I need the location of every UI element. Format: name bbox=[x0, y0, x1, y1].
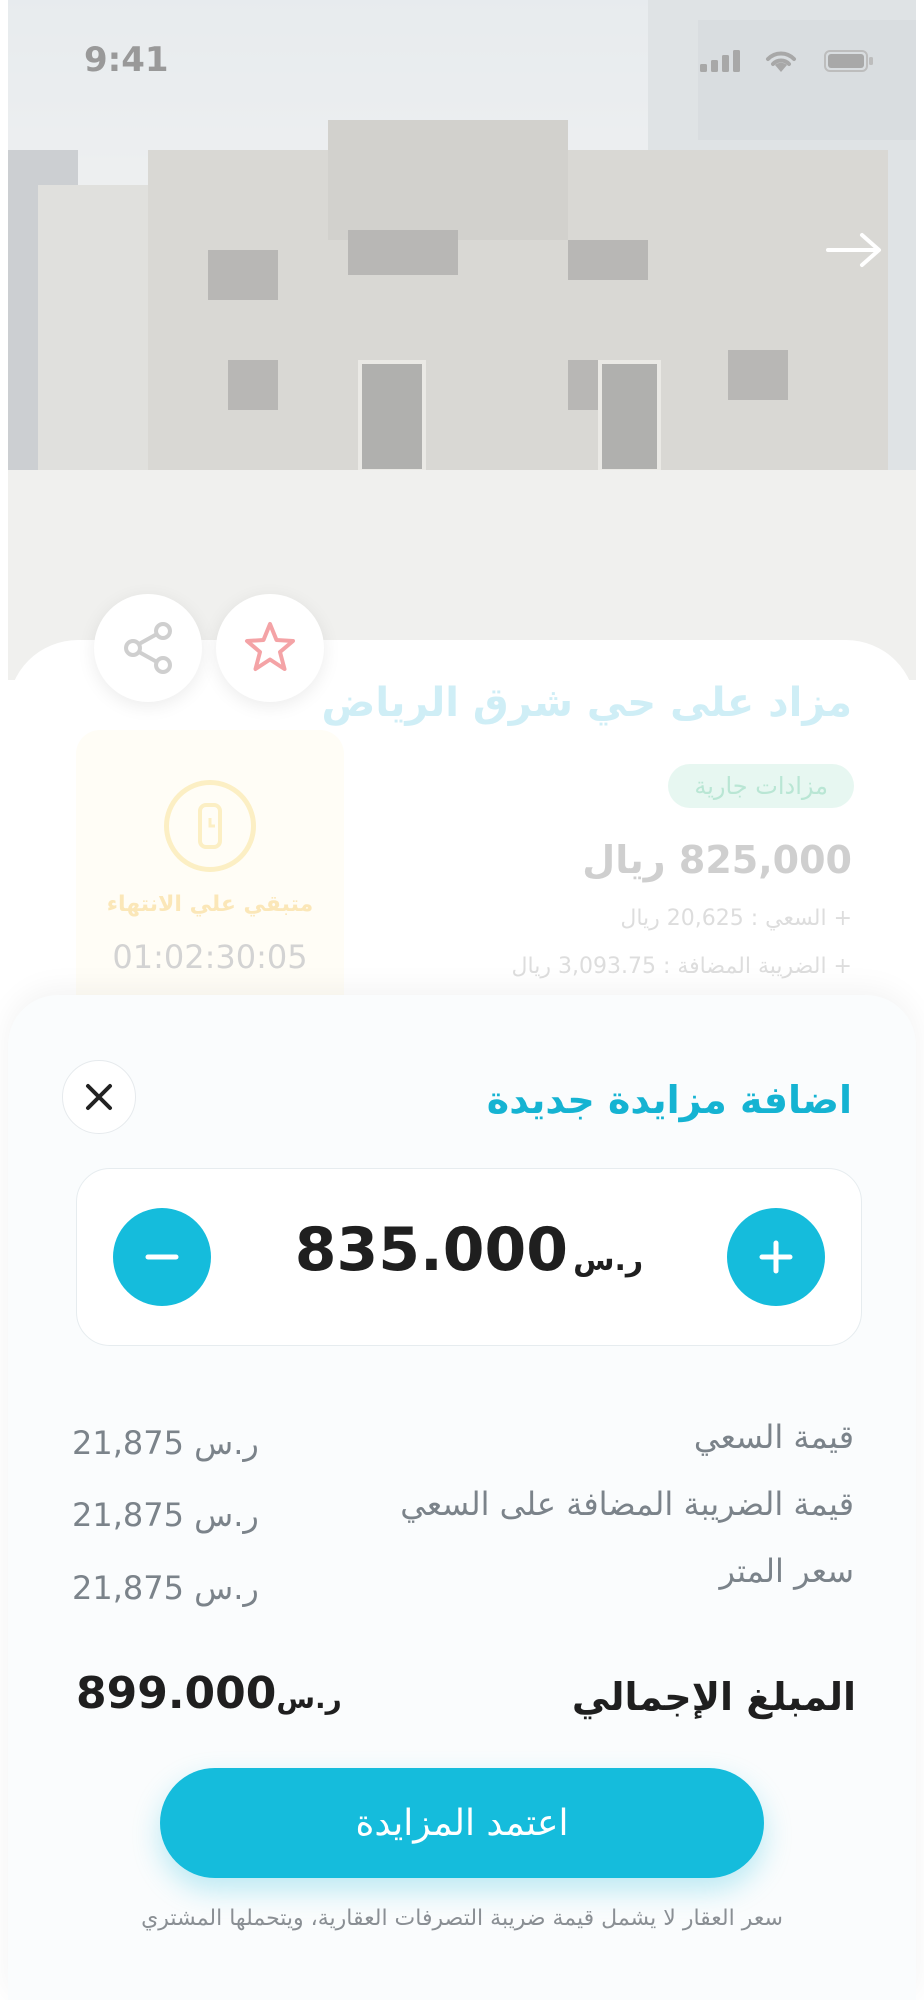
increase-button[interactable] bbox=[727, 1208, 825, 1306]
wifi-icon bbox=[766, 51, 796, 72]
arrow-right-icon[interactable] bbox=[824, 230, 884, 270]
vat-fee-value: 21,875 ر.س bbox=[72, 1496, 259, 1534]
property-photo bbox=[8, 0, 916, 680]
total-amount: 899.000ر.س bbox=[76, 1668, 342, 1719]
commission-fee-value: 21,875 ر.س bbox=[72, 1424, 259, 1462]
listing-title: مزاد على حي شرق الرياض bbox=[321, 680, 852, 726]
cellular-signal-icon bbox=[700, 50, 740, 72]
star-icon bbox=[245, 622, 295, 671]
close-icon bbox=[86, 1084, 112, 1110]
vat-fee-label: قيمة الضريبة المضافة على السعي bbox=[400, 1485, 854, 1523]
battery-icon bbox=[824, 50, 873, 72]
share-icon bbox=[124, 622, 172, 674]
bid-amount-stepper: ر.س 835.000 bbox=[76, 1168, 862, 1346]
close-button[interactable] bbox=[62, 1060, 136, 1134]
sheet-title: اضافة مزايدة جديدة bbox=[486, 1078, 852, 1122]
status-badge: مزادات جارية bbox=[668, 764, 854, 808]
vat-line: + الضريبة المضافة : 3,093.75 ريال bbox=[511, 954, 852, 979]
screen: 9:41 مزاد على حي شرق الرياض مزادات جارية… bbox=[0, 0, 924, 2000]
confirm-bid-button[interactable]: اعتمد المزايدة bbox=[160, 1768, 764, 1878]
countdown-box: متبقي علي الانتهاء 01:02:30:05 bbox=[76, 730, 344, 1030]
commission-line: + السعي : 20,625 ريال bbox=[620, 906, 852, 931]
status-bar: 9:41 bbox=[84, 40, 874, 80]
favorite-button[interactable] bbox=[216, 594, 324, 702]
watch-icon bbox=[164, 780, 256, 872]
share-button[interactable] bbox=[94, 594, 202, 702]
tax-disclaimer: سعر العقار لا يشمل قيمة ضريبة التصرفات ا… bbox=[141, 1906, 783, 1931]
meter-price-value: 21,875 ر.س bbox=[72, 1569, 259, 1607]
countdown-label: متبقي علي الانتهاء bbox=[106, 892, 314, 917]
total-value: 899.000 bbox=[76, 1668, 277, 1719]
bid-currency: ر.س bbox=[573, 1243, 644, 1278]
total-currency: ر.س bbox=[276, 1682, 342, 1715]
total-label: المبلغ الإجمالي bbox=[571, 1675, 856, 1719]
listing-price: 825,000 ريال bbox=[582, 838, 852, 882]
meter-price-label: سعر المتر bbox=[719, 1552, 854, 1590]
countdown-value: 01:02:30:05 bbox=[112, 938, 308, 976]
bid-amount-value: 835.000 bbox=[294, 1215, 569, 1285]
plus-icon bbox=[759, 1240, 793, 1274]
commission-fee-label: قيمة السعي bbox=[693, 1418, 854, 1456]
status-time: 9:41 bbox=[84, 40, 169, 80]
